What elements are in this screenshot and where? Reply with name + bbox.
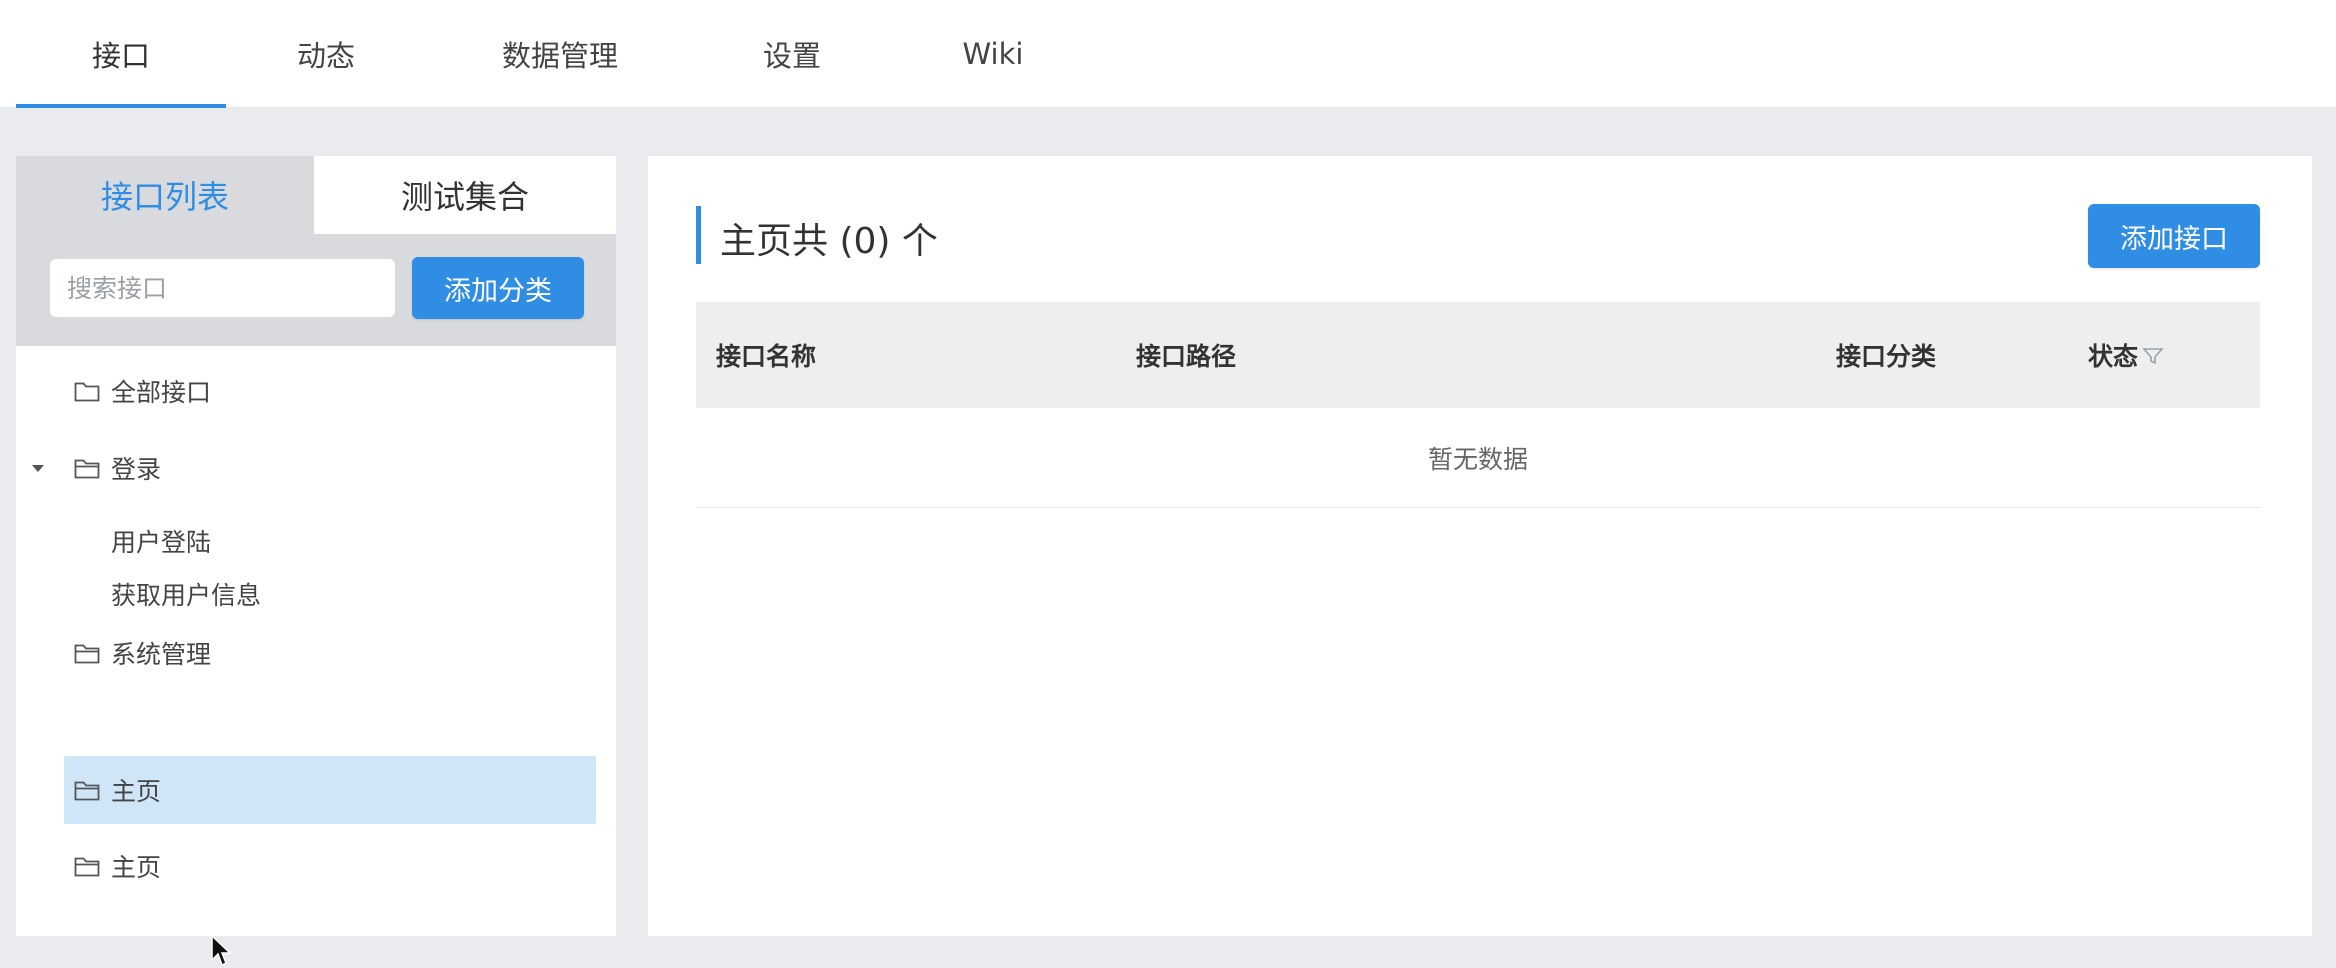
search-input[interactable] (50, 259, 395, 317)
folder-open-icon (74, 644, 100, 664)
tree-item-label: 全部接口 (111, 378, 212, 407)
add-category-button[interactable]: 添加分类 (412, 257, 584, 319)
column-header-path[interactable]: 接口路径 (1136, 302, 1236, 408)
tab-interfaces[interactable]: 接口 (16, 0, 226, 108)
tree-item-all-interfaces[interactable]: 全部接口 (16, 356, 616, 426)
page-title: 主页共 (0) 个 (720, 221, 938, 262)
table-header: 接口名称 接口路径 接口分类 状态 (696, 302, 2260, 408)
tree-item-label: 主页 (111, 853, 162, 882)
tab-wiki[interactable]: Wiki (893, 0, 1093, 108)
tab-activity[interactable]: 动态 (226, 0, 426, 108)
tree-item-label: 系统管理 (111, 640, 212, 669)
add-interface-button[interactable]: 添加接口 (2088, 204, 2260, 268)
mouse-cursor-icon (211, 934, 232, 967)
title-accent-bar (696, 206, 701, 264)
top-nav: 接口 动态 数据管理 设置 Wiki (0, 0, 2336, 108)
folder-icon (74, 382, 100, 402)
tree-item-label: 获取用户信息 (111, 581, 262, 610)
interface-content: 主页共 (0) 个 添加接口 接口名称 接口路径 接口分类 状态 暂无数据 (648, 156, 2312, 936)
tab-settings[interactable]: 设置 (692, 0, 892, 108)
column-header-category[interactable]: 接口分类 (1836, 302, 1936, 408)
tree-item-label: 用户登陆 (111, 528, 212, 557)
sidebar-tabs: 接口列表 测试集合 (16, 156, 616, 234)
filter-icon[interactable] (2142, 346, 2164, 366)
empty-state: 暂无数据 (696, 408, 2260, 508)
folder-open-icon (74, 857, 100, 877)
caret-down-icon[interactable] (32, 464, 44, 472)
column-header-status[interactable]: 状态 (2088, 302, 2138, 408)
interface-sidebar: 接口列表 测试集合 添加分类 全部接口 登录 用户登陆 获取用户信息 系统管理 … (16, 156, 616, 967)
tree-item-login[interactable]: 登录 (16, 433, 616, 503)
folder-open-icon (74, 781, 100, 801)
active-tab-indicator (16, 104, 226, 108)
tab-interface-list[interactable]: 接口列表 (16, 156, 314, 234)
tree-item-home-selected[interactable]: 主页 (64, 756, 596, 824)
tree-item-label: 登录 (111, 455, 162, 484)
tree-item-label: 主页 (111, 777, 162, 806)
folder-open-icon (74, 459, 100, 479)
tab-data-management[interactable]: 数据管理 (460, 0, 660, 108)
tab-test-collection[interactable]: 测试集合 (314, 156, 616, 234)
tree-item-home[interactable]: 主页 (16, 831, 616, 901)
tree-item-system-management[interactable]: 系统管理 (16, 618, 616, 688)
column-header-name[interactable]: 接口名称 (716, 302, 816, 408)
